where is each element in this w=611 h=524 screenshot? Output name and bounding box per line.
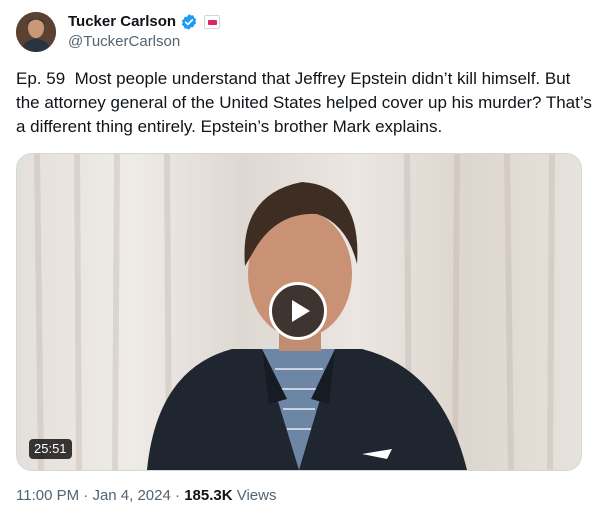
views-count[interactable]: 185.3K — [184, 487, 232, 504]
tweet: Tucker Carlson @TuckerCarlson Ep. 59 Mos… — [0, 0, 611, 524]
meta-separator: · — [175, 487, 181, 504]
video-player[interactable]: 25:51 — [16, 153, 582, 471]
meta-separator: · — [83, 487, 89, 504]
video-duration: 25:51 — [29, 439, 72, 459]
handle[interactable]: @TuckerCarlson — [68, 33, 180, 51]
tweet-date[interactable]: Jan 4, 2024 — [92, 487, 170, 504]
play-icon — [291, 300, 310, 322]
tweet-meta: 11:00 PM · Jan 4, 2024 · 185.3K Views — [16, 487, 276, 505]
tweet-text: Ep. 59 Most people understand that Jeffr… — [16, 69, 597, 136]
play-button[interactable] — [269, 282, 327, 340]
views-label: Views — [236, 487, 277, 504]
author-row: Tucker Carlson — [68, 12, 221, 32]
avatar[interactable] — [16, 12, 56, 52]
display-name[interactable]: Tucker Carlson — [68, 12, 176, 32]
verified-badge-icon[interactable] — [180, 13, 198, 31]
affiliation-badge-icon[interactable] — [204, 15, 221, 29]
avatar-image — [16, 12, 56, 52]
tweet-time[interactable]: 11:00 PM — [16, 487, 79, 504]
